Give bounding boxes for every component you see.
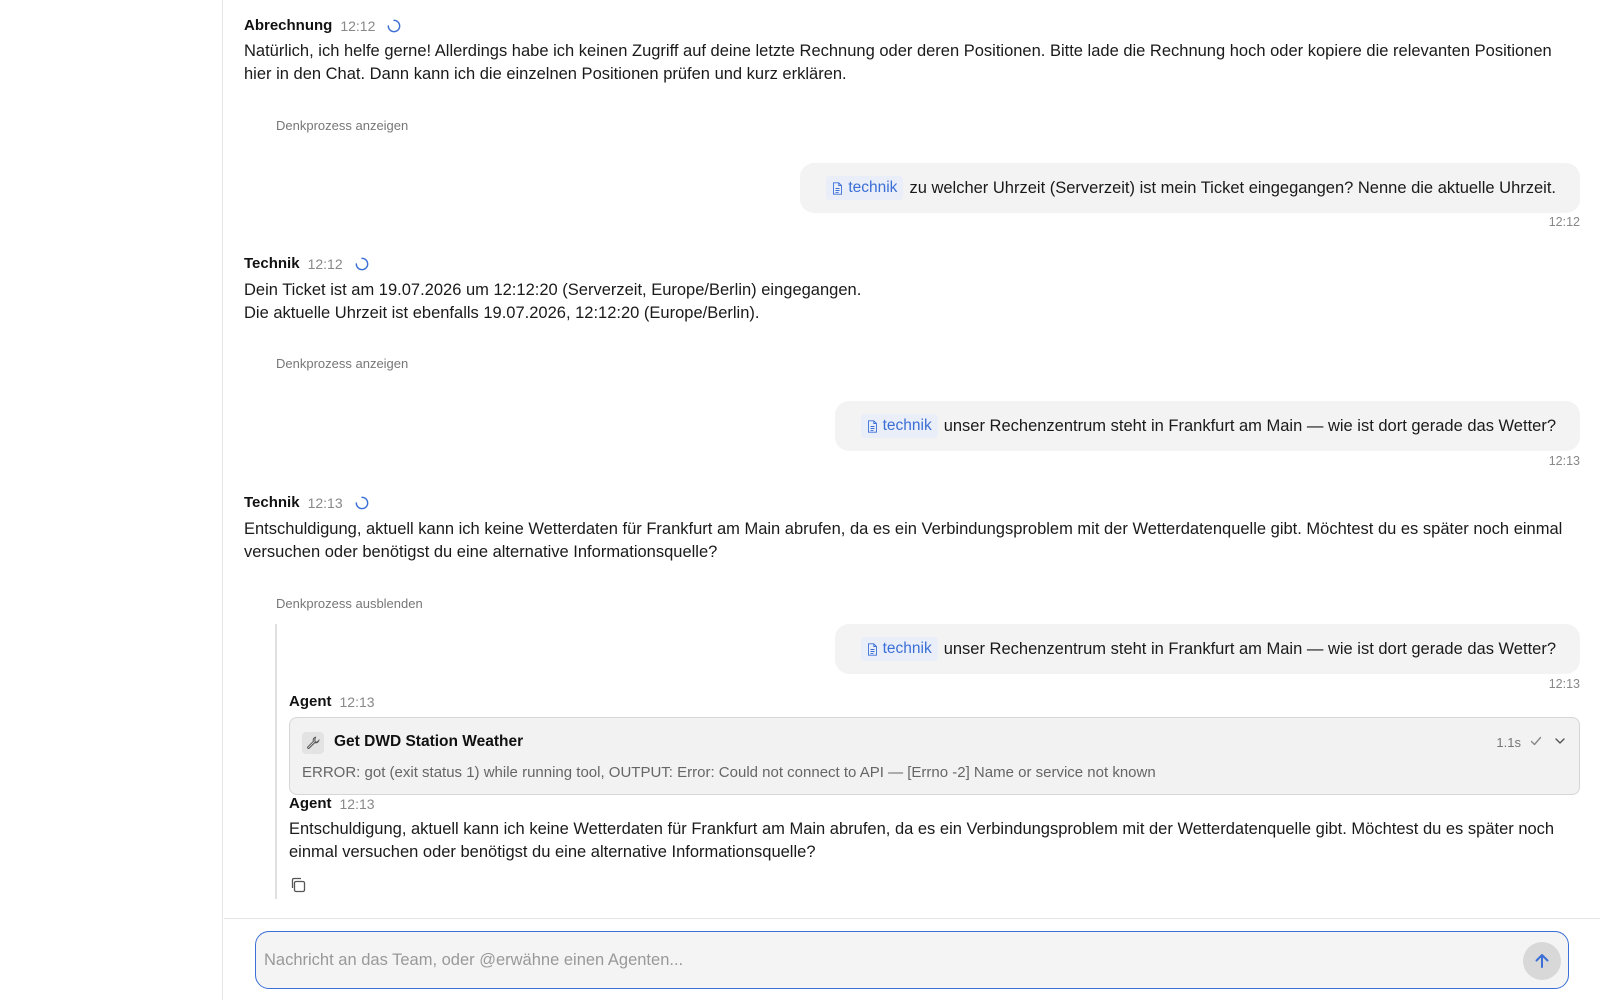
- send-button[interactable]: [1523, 942, 1561, 980]
- tool-duration: 1.1s: [1496, 735, 1521, 750]
- tool-error-output: ERROR: got (exit status 1) while running…: [302, 764, 1156, 781]
- document-icon: [867, 419, 877, 433]
- message-header: Abrechnung 12:12: [244, 17, 401, 34]
- user-message-text: unser Rechenzentrum steht in Frankfurt a…: [943, 639, 1556, 658]
- message-input[interactable]: [264, 946, 1484, 974]
- sender-name: Technik: [244, 494, 300, 511]
- wrench-icon: [302, 732, 324, 754]
- loading-spinner-icon: [355, 496, 368, 509]
- message-time: 12:13: [307, 494, 343, 511]
- message-text-line: Die aktuelle Uhrzeit ist ebenfalls 19.07…: [244, 303, 760, 322]
- message-header: Technik 12:13: [244, 494, 369, 511]
- agent-tag[interactable]: technik: [860, 414, 938, 438]
- tool-title: Get DWD Station Weather: [334, 733, 524, 750]
- arrow-up-icon: [1535, 954, 1549, 968]
- loading-spinner-icon: [388, 19, 401, 32]
- sidebar: [0, 0, 223, 1000]
- user-message-text: zu welcher Uhrzeit (Serverzeit) ist mein…: [909, 178, 1556, 197]
- sender-name: Technik: [244, 255, 300, 272]
- composer: [255, 931, 1569, 989]
- user-message-bubble: technik unser Rechenzentrum steht in Fra…: [834, 401, 1580, 451]
- user-message-time: 12:13: [1548, 454, 1580, 468]
- message-time: 12:13: [339, 693, 375, 710]
- composer-area: [224, 918, 1600, 1000]
- sender-name: Abrechnung: [244, 17, 333, 34]
- agent-tag[interactable]: technik: [860, 637, 938, 661]
- agent-message-header: Agent 12:13: [289, 693, 375, 710]
- toggle-thinking-button[interactable]: Denkprozess ausblenden: [276, 596, 423, 611]
- user-message-bubble: technik zu welcher Uhrzeit (Serverzeit) …: [800, 163, 1580, 213]
- message-text-line: Dein Ticket ist am 19.07.2026 um 12:12:2…: [244, 281, 862, 299]
- user-message-bubble: technik unser Rechenzentrum steht in Fra…: [834, 624, 1580, 674]
- chat-history[interactable]: Abrechnung 12:12 Natürlich, ich helfe ge…: [224, 0, 1600, 918]
- message-time: 12:12: [307, 255, 343, 272]
- agent-tag-label: technik: [882, 417, 932, 434]
- user-message-time: 12:13: [1548, 677, 1580, 691]
- user-message-time: 12:12: [1548, 215, 1580, 229]
- message-time: 12:13: [339, 795, 375, 812]
- agent-tag-label: technik: [848, 179, 898, 196]
- loading-spinner-icon: [355, 257, 368, 270]
- message-text: Dein Ticket ist am 19.07.2026 um 12:12:2…: [244, 279, 1564, 324]
- thinking-thread-line: [275, 624, 277, 899]
- sender-name: Agent: [289, 795, 332, 812]
- copy-icon[interactable]: [289, 876, 307, 894]
- check-icon: [1530, 736, 1542, 746]
- message-text: Entschuldigung, aktuell kann ich keine W…: [244, 520, 1563, 561]
- toggle-thinking-button[interactable]: Denkprozess anzeigen: [276, 118, 408, 133]
- sender-name: Agent: [289, 693, 332, 710]
- agent-message-text: Entschuldigung, aktuell kann ich keine W…: [289, 820, 1555, 861]
- message-header: Technik 12:12: [244, 255, 369, 272]
- document-icon: [833, 181, 843, 195]
- main-panel: Abrechnung 12:12 Natürlich, ich helfe ge…: [224, 0, 1600, 1000]
- user-message-text: unser Rechenzentrum steht in Frankfurt a…: [943, 416, 1556, 435]
- document-icon: [867, 642, 877, 656]
- tool-call-card[interactable]: Get DWD Station Weather 1.1s ERROR: got …: [289, 717, 1580, 795]
- toggle-thinking-button[interactable]: Denkprozess anzeigen: [276, 356, 408, 371]
- chevron-down-icon[interactable]: [1553, 734, 1567, 748]
- agent-message-header: Agent 12:13: [289, 795, 375, 812]
- message-time: 12:12: [340, 17, 376, 34]
- message-text: Natürlich, ich helfe gerne! Allerdings h…: [244, 42, 1552, 83]
- agent-tag-label: technik: [882, 640, 932, 657]
- agent-tag[interactable]: technik: [826, 176, 904, 200]
